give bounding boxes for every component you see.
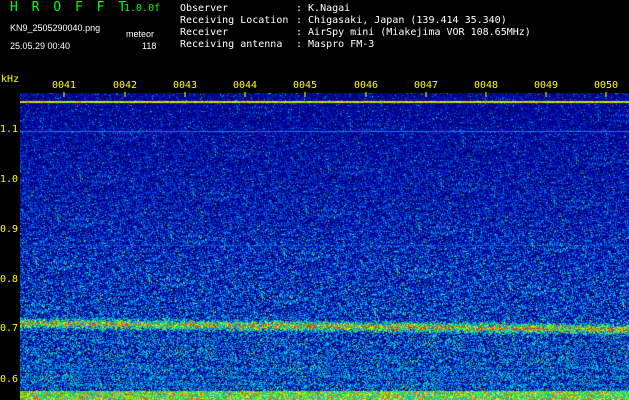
x-tick-label: 0047	[413, 80, 439, 91]
x-tick-label: 0049	[533, 80, 559, 91]
app-title: H R O F F T	[10, 0, 130, 15]
y-tick-label: 0.7	[0, 323, 19, 334]
x-tick-label: 0046	[353, 80, 379, 91]
date-time: 25.05.29 00:40	[10, 41, 71, 51]
receiver-value: : AirSpy mini (Miakejima VOR 108.65MHz)	[296, 27, 531, 38]
x-tick-label: 0041	[51, 80, 77, 91]
x-tick-label: 0042	[112, 80, 138, 91]
spectrogram-canvas	[20, 93, 629, 400]
x-tick-label: 0043	[172, 80, 198, 91]
location-value: : Chigasaki, Japan (139.414 35.340)	[296, 15, 507, 26]
x-tick-label: 0045	[292, 80, 318, 91]
x-tick-marks	[63, 92, 607, 97]
y-tick-label: 1.1	[0, 124, 19, 135]
y-tick-label: 0.9	[0, 224, 19, 235]
y-tick-label: 0.8	[0, 274, 19, 285]
x-tick-label: 0048	[473, 80, 499, 91]
header-panel: H R O F F T 1.0.0f KN9_2505290040.png me…	[0, 0, 629, 75]
antenna-value: : Maspro FM-3	[296, 39, 375, 50]
observer-label: Observer	[180, 3, 229, 14]
mode-label: meteor	[126, 29, 155, 39]
x-tick-label: 0044	[232, 80, 258, 91]
antenna-label: Receiving antenna	[180, 39, 283, 50]
location-label: Receiving Location	[180, 15, 289, 26]
x-tick-label: 0050	[593, 80, 619, 91]
y-tick-label: 1.0	[0, 174, 19, 185]
y-tick-label: 0.6	[0, 374, 19, 385]
detection-count: 118	[142, 41, 157, 51]
observer-value: : K.Nagai	[296, 3, 351, 14]
app-version: 1.0.0f	[124, 3, 161, 14]
file-name: KN9_2505290040.png	[10, 23, 101, 33]
receiver-label: Receiver	[180, 27, 229, 38]
